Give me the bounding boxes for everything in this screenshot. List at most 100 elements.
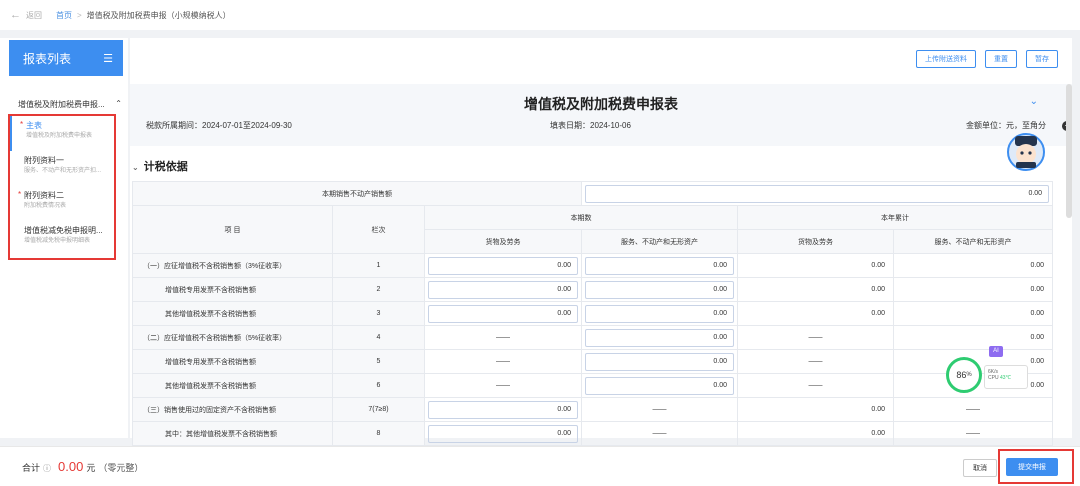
current-services-input[interactable]: 0.00 [585, 352, 735, 371]
col-goods-header: 货物及劳务 [423, 229, 583, 254]
not-applicable-cell: —— [893, 397, 1054, 422]
current-goods-input[interactable]: 0.00 [428, 280, 579, 299]
cpu-usage-widget[interactable]: 86% [946, 357, 982, 393]
ytd-services-value: 0.00 [893, 277, 1054, 302]
total-in-words: （零元整） [98, 463, 144, 473]
ytd-services-value: 0.00 [893, 301, 1054, 326]
required-marker: * [18, 190, 22, 199]
toolbar: 上传附送资料 重置 暂存 [916, 50, 1058, 68]
submit-declaration-button[interactable]: 提交申报 [1006, 458, 1058, 476]
not-applicable-cell: —— [893, 421, 1054, 446]
collapse-menu-icon[interactable]: ☰ [103, 52, 113, 65]
table-row: 其他增值税发票不含税销售额 3 0.00 0.00 0.00 0.00 [132, 301, 1054, 326]
cpu-percent-unit: % [966, 372, 972, 378]
current-services-input[interactable]: 0.00 [585, 304, 735, 323]
not-applicable-cell: —— [737, 325, 895, 350]
col-services-header: 服务、不动产和无形资产 [581, 229, 739, 254]
row-label: （一）应征增值税不含税销售额（3%征收率） [132, 253, 333, 278]
sheet-item-name: 增值税减免税申报明... [24, 226, 103, 235]
reset-button[interactable]: 重置 [985, 50, 1017, 68]
current-goods-input[interactable]: 0.00 [428, 304, 579, 323]
breadcrumb-current: 增值税及附加税费申报（小规模纳税人） [86, 10, 231, 20]
assistant-mascot-icon[interactable] [1003, 128, 1049, 172]
current-services-input[interactable]: 0.00 [585, 376, 735, 395]
ytd-goods-value: 0.00 [737, 253, 895, 278]
ytd-services-value: 0.00 [893, 325, 1054, 350]
cpu-percent: 86 [956, 370, 967, 380]
row-label: 增值税专用发票不含税销售额 [132, 277, 333, 302]
not-applicable-cell: —— [737, 373, 895, 398]
cpu-detail-panel: 6K/s CPU 43℃ [984, 365, 1028, 389]
sheet-item-exemption[interactable]: 增值税减免税申报明... 增值税减免税申报明细表 [10, 221, 114, 256]
sheet-item-sub: 附加税费情况表 [24, 203, 67, 209]
sheet-item-attach-1[interactable]: 附列资料一 服务、不动产和无形资产扣... [10, 151, 114, 186]
row-number: 8 [332, 421, 425, 446]
total-summary: 合计 ⓘ 0.00 元 （零元整） [22, 459, 143, 474]
top-row-label: 本期销售不动产销售额 [131, 181, 583, 206]
sheet-item-attach-2[interactable]: * 附列资料二 附加税费情况表 [10, 186, 114, 221]
chevron-up-icon: ⌃ [115, 99, 122, 108]
table-row: 增值税专用发票不含税销售额 2 0.00 0.00 0.00 0.00 [132, 277, 1054, 302]
current-goods-input[interactable]: 0.00 [428, 424, 579, 443]
row-number: 5 [332, 349, 425, 374]
current-services-input[interactable]: 0.00 [585, 328, 735, 347]
col-goods-header: 货物及劳务 [737, 229, 895, 254]
row-number: 2 [332, 277, 425, 302]
col-no-header: 栏次 [332, 205, 425, 254]
sheet-item-main[interactable]: * 主表 增值税及附加税费申报表 [10, 116, 114, 151]
current-services-input[interactable]: 0.00 [585, 280, 735, 299]
ytd-goods-value: 0.00 [737, 397, 895, 422]
caret-down-icon: ⌄ [132, 163, 139, 172]
info-icon[interactable]: ⓘ [43, 463, 51, 474]
sidebar-group-vat[interactable]: 增值税及附加税费申报... ⌃ [18, 99, 122, 110]
not-applicable-cell: —— [581, 421, 739, 446]
table-header-row: 项 目 栏次 本期数 本年累计 [132, 205, 1054, 254]
section-label: 计税依据 [143, 161, 188, 173]
breadcrumb-separator: > [77, 10, 82, 20]
cancel-button[interactable]: 取消 [963, 459, 997, 477]
col-item-header: 项 目 [132, 205, 333, 254]
current-goods-input[interactable]: 0.00 [428, 400, 579, 419]
sheet-list: * 主表 增值税及附加税费申报表 附列资料一 服务、不动产和无形资产扣... *… [8, 114, 116, 260]
ytd-services-value: 0.00 [893, 253, 1054, 278]
save-draft-button[interactable]: 暂存 [1026, 50, 1058, 68]
row-number: 4 [332, 325, 425, 350]
top-nav-bar: ← 返回 首页 > 增值税及附加税费申报（小规模纳税人） [0, 0, 1080, 30]
ai-badge[interactable]: AI [989, 346, 1003, 357]
footer-bar: 合计 ⓘ 0.00 元 （零元整） 取消 [0, 446, 1080, 486]
sheet-item-name: 主表 [26, 121, 42, 130]
col-ytd-header: 本年累计 [737, 205, 1054, 230]
sidebar-title: 报表列表 [23, 51, 72, 66]
chevron-down-icon[interactable]: ⌄ [1030, 96, 1038, 107]
upload-attachments-button[interactable]: 上传附送资料 [916, 50, 976, 68]
table-row: （一）应征增值税不含税销售额（3%征收率） 1 0.00 0.00 0.00 0… [132, 253, 1054, 278]
required-marker: * [20, 120, 24, 129]
fill-date: 填表日期：2024-10-06 [550, 121, 631, 130]
total-label: 合计 [22, 463, 41, 473]
table-row: 增值税专用发票不含税销售额 5 —— 0.00 —— 0.00 [132, 349, 1054, 374]
not-applicable-cell: —— [737, 349, 895, 374]
row-label: 其中：其他增值税发票不含税销售额 [132, 421, 333, 446]
scrollbar[interactable] [1066, 84, 1072, 218]
row-label: （二）应征增值税不含税销售额（5%征收率） [132, 325, 333, 350]
form-header: 增值税及附加税费申报表 ⌄ 税款所属期间：2024-07-01至2024-09-… [130, 84, 1072, 146]
sheet-item-name: 附列资料二 [24, 191, 64, 200]
property-sales-input[interactable]: 0.00 [585, 184, 1050, 203]
main-panel: 上传附送资料 重置 暂存 增值税及附加税费申报表 ⌄ 税款所属期间：2024-0… [130, 38, 1072, 446]
form-title: 增值税及附加税费申报表 [524, 96, 678, 112]
row-label: （三）销售使用过的固定资产不含税销售额 [132, 397, 333, 422]
section-title[interactable]: ⌄ 计税依据 [132, 158, 188, 174]
current-services-input[interactable]: 0.00 [585, 256, 735, 275]
not-applicable-cell: —— [423, 373, 583, 398]
ytd-goods-value: 0.00 [737, 277, 895, 302]
sheet-item-sub: 服务、不动产和无形资产扣... [24, 168, 102, 174]
sheet-item-sub: 增值税减免税申报明细表 [24, 238, 91, 244]
cpu-temp: 43℃ [999, 375, 1012, 381]
currency-label: 元 [86, 463, 96, 473]
back-arrow-icon[interactable]: ← [10, 9, 21, 21]
tax-period: 税款所属期间：2024-07-01至2024-09-30 [146, 121, 292, 130]
breadcrumb-home[interactable]: 首页 [56, 10, 72, 21]
current-goods-input[interactable]: 0.00 [428, 256, 579, 275]
sheet-item-name: 附列资料一 [24, 156, 64, 165]
back-link[interactable]: 返回 [26, 10, 42, 21]
